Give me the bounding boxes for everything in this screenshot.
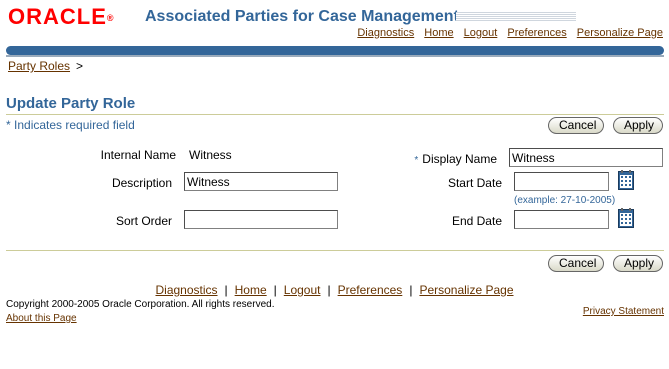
sort-order-label: Sort Order (115, 214, 172, 228)
breadcrumb-separator: > (76, 59, 84, 73)
footer-link-personalize-page[interactable]: Personalize Page (419, 283, 513, 297)
breadcrumb: Party Roles > (8, 59, 83, 73)
required-note-text: Indicates required field (14, 118, 135, 132)
start-date-field[interactable] (514, 172, 609, 191)
internal-name-value: Witness (189, 148, 232, 162)
description-label: Description (111, 176, 172, 190)
header-bar-shadow (6, 55, 664, 57)
calendar-icon[interactable] (618, 208, 634, 228)
breadcrumb-party-roles[interactable]: Party Roles (8, 59, 70, 73)
cancel-button-bottom[interactable]: Cancel (548, 255, 604, 272)
header-bar (6, 46, 664, 55)
footer-link-logout[interactable]: Logout (284, 283, 321, 297)
date-format-example: (example: 27-10-2005) (514, 195, 616, 206)
apply-button[interactable]: Apply (613, 117, 663, 134)
sort-order-field[interactable] (184, 210, 338, 229)
global-nav: Diagnostics Home Logout Preferences Pers… (350, 27, 663, 39)
copyright-text: Copyright 2000-2005 Oracle Corporation. … (6, 299, 275, 310)
display-name-required-star-icon: * (414, 155, 419, 166)
display-name-label: * Display Name (414, 152, 497, 166)
global-link-diagnostics[interactable]: Diagnostics (357, 27, 414, 39)
display-name-label-text: Display Name (422, 152, 497, 166)
display-name-field[interactable] (509, 148, 663, 167)
required-field-note: * Indicates required field (6, 118, 135, 132)
calendar-icon[interactable] (618, 170, 634, 190)
page-title: Update Party Role (6, 95, 136, 112)
end-date-field[interactable] (514, 210, 609, 229)
header-decoration (456, 12, 576, 22)
footer-nav: Diagnostics | Home | Logout | Preferences | Pers… (155, 283, 514, 297)
privacy-statement-link[interactable]: Privacy Statement (583, 306, 664, 317)
footer-link-preferences[interactable]: Preferences (338, 283, 403, 297)
title-divider (6, 114, 664, 115)
footer-link-home[interactable]: Home (235, 283, 267, 297)
internal-name-label: Internal Name (100, 148, 176, 162)
end-date-label: End Date (451, 214, 502, 228)
apply-button-bottom[interactable]: Apply (613, 255, 663, 272)
global-link-logout[interactable]: Logout (464, 27, 498, 39)
global-link-preferences[interactable]: Preferences (507, 27, 566, 39)
content-divider (6, 250, 664, 251)
footer-link-diagnostics[interactable]: Diagnostics (155, 283, 217, 297)
cancel-button[interactable]: Cancel (548, 117, 604, 134)
description-field[interactable] (184, 172, 338, 191)
app-title: Associated Parties for Case Management (145, 8, 459, 25)
required-star-icon: * (6, 118, 11, 132)
global-link-personalize-page[interactable]: Personalize Page (577, 27, 663, 39)
global-link-home[interactable]: Home (424, 27, 453, 39)
oracle-logo: ORACLE® (8, 4, 114, 29)
about-page-link[interactable]: About this Page (6, 313, 77, 324)
start-date-label: Start Date (447, 176, 502, 190)
